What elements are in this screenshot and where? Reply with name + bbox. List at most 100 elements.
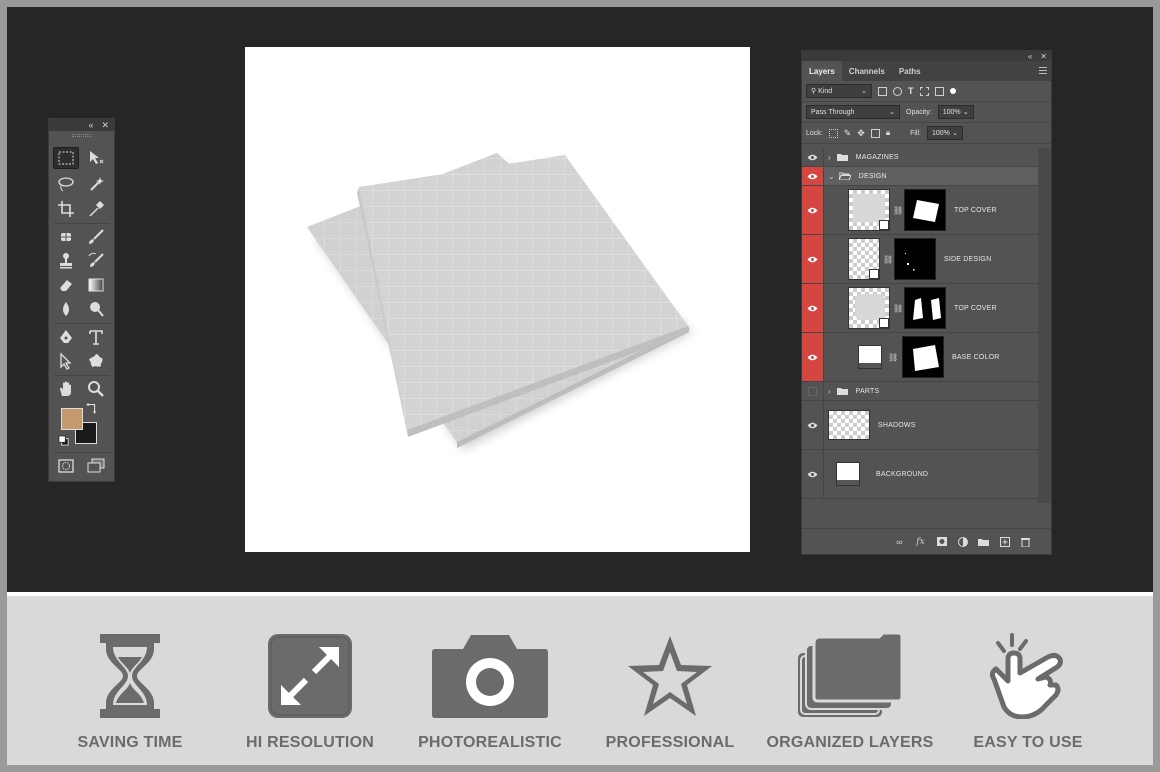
zoom-tool-icon[interactable]: [83, 378, 109, 400]
blend-mode-value: Pass Through: [811, 108, 855, 116]
eye-icon[interactable]: [802, 148, 824, 166]
adjustment-layer-icon[interactable]: [957, 536, 968, 547]
link-icon[interactable]: ⛓: [893, 206, 903, 215]
new-group-icon[interactable]: [978, 536, 989, 547]
layer-row[interactable]: ⛓ TOP COVER: [802, 186, 1039, 235]
layer-row[interactable]: › MAGAZINES: [802, 148, 1039, 167]
eraser-tool-icon[interactable]: [53, 274, 79, 296]
custom-shape-icon[interactable]: [83, 350, 109, 372]
chevron-down-icon[interactable]: ⌄: [828, 172, 835, 181]
eye-icon[interactable]: [802, 401, 824, 449]
eye-hidden-icon[interactable]: [802, 382, 824, 400]
chevron-down-icon: ⌄: [861, 88, 867, 95]
hand-tool-icon[interactable]: [53, 378, 79, 400]
healing-brush-icon[interactable]: [53, 226, 79, 248]
layer-row[interactable]: › PARTS: [802, 382, 1039, 401]
history-brush-icon[interactable]: [83, 250, 109, 272]
swap-colors-icon[interactable]: [85, 401, 99, 415]
gradient-tool-icon[interactable]: [83, 274, 109, 296]
layers-panel: « ✕ Layers Channels Paths ⚲ Kind ⌄ T Pas…: [801, 50, 1052, 555]
dodge-tool-icon[interactable]: [83, 298, 109, 320]
add-mask-icon[interactable]: [936, 536, 947, 547]
link-icon[interactable]: ⛓: [888, 353, 898, 362]
layer-row[interactable]: ⛓ BASE COLOR: [802, 333, 1039, 382]
lasso-tool-icon[interactable]: [53, 173, 79, 195]
crop-tool-icon[interactable]: [53, 198, 79, 220]
foreground-color-swatch[interactable]: [61, 408, 83, 430]
lock-pixels-icon[interactable]: ✎: [844, 128, 852, 139]
layer-row[interactable]: BACKGROUND: [802, 450, 1039, 499]
path-selection-icon[interactable]: [53, 350, 79, 372]
type-filter-icon[interactable]: T: [908, 86, 914, 96]
panel-menu-icon[interactable]: [1039, 67, 1047, 74]
pen-tool-icon[interactable]: [53, 326, 79, 348]
lock-transparent-icon[interactable]: [828, 128, 838, 138]
close-icon[interactable]: ✕: [1040, 52, 1047, 61]
move-tool-icon[interactable]: [83, 147, 109, 169]
layer-row[interactable]: ⌄ DESIGN: [802, 167, 1039, 186]
tab-layers[interactable]: Layers: [802, 61, 842, 81]
panel-grip[interactable]: [49, 131, 114, 139]
filter-kind-select[interactable]: ⚲ Kind ⌄: [806, 84, 872, 98]
close-icon[interactable]: ✕: [101, 120, 109, 131]
lock-all-icon[interactable]: 🔒︎: [886, 128, 890, 138]
magic-wand-icon[interactable]: [83, 173, 109, 195]
marquee-tool-icon[interactable]: [53, 147, 79, 169]
tab-paths[interactable]: Paths: [892, 61, 928, 81]
fill-input[interactable]: 100% ⌄: [926, 126, 963, 140]
tab-channels[interactable]: Channels: [842, 61, 892, 81]
layer-name: TOP COVER: [954, 304, 997, 312]
blur-tool-icon[interactable]: [53, 298, 79, 320]
brush-tool-icon[interactable]: [83, 226, 109, 248]
layers-scrollbar[interactable]: [1038, 148, 1051, 503]
type-tool-icon[interactable]: [83, 326, 109, 348]
eyedropper-icon[interactable]: [83, 198, 109, 220]
eye-icon[interactable]: [802, 284, 824, 332]
double-chevron-icon[interactable]: «: [88, 120, 93, 130]
layer-mask-thumbnail: [904, 189, 946, 231]
eye-icon[interactable]: [802, 333, 824, 381]
fill-label: Fill:: [910, 129, 921, 137]
chevron-down-icon: ⌄: [952, 130, 958, 137]
chevron-right-icon[interactable]: ›: [828, 153, 831, 162]
link-layers-icon[interactable]: ∞: [894, 536, 905, 547]
document-canvas[interactable]: [245, 47, 750, 552]
lock-row: Lock: ✎ ✥ 🔒︎ Fill: 100% ⌄: [802, 123, 1051, 144]
smart-object-icon: [879, 318, 889, 328]
default-colors-icon[interactable]: [57, 434, 69, 446]
link-icon[interactable]: ⛓: [883, 255, 893, 264]
new-layer-icon[interactable]: [999, 536, 1010, 547]
eye-icon[interactable]: [802, 167, 824, 185]
layer-row[interactable]: ⛓ TOP COVER: [802, 284, 1039, 333]
folder-open-icon: [837, 167, 852, 185]
filter-kind-value: Kind: [818, 88, 833, 95]
eye-icon[interactable]: [802, 186, 824, 234]
lock-label: Lock:: [806, 129, 823, 137]
quick-mask-icon[interactable]: [53, 455, 79, 477]
opacity-input[interactable]: 100% ⌄: [937, 105, 974, 119]
double-chevron-icon[interactable]: «: [1028, 52, 1032, 61]
shape-filter-icon[interactable]: [919, 86, 929, 96]
tools-panel: « ✕: [48, 118, 115, 482]
lock-artboard-icon[interactable]: [870, 128, 880, 138]
feature-label: EASY TO USE: [973, 734, 1083, 751]
chevron-right-icon[interactable]: ›: [828, 387, 831, 396]
screen-mode-icon[interactable]: [83, 455, 109, 477]
layer-row[interactable]: SHADOWS: [802, 401, 1039, 450]
smart-object-filter-icon[interactable]: [934, 86, 944, 96]
filter-toggle-icon[interactable]: [949, 88, 956, 94]
clone-stamp-icon[interactable]: [53, 250, 79, 272]
pointing-hand-icon: [988, 632, 1068, 720]
layer-row[interactable]: ⛓ SIDE DESIGN: [802, 235, 1039, 284]
fx-icon[interactable]: fx: [915, 536, 926, 547]
pixel-filter-icon[interactable]: [878, 86, 887, 96]
link-icon[interactable]: ⛓: [893, 304, 903, 313]
adjustment-filter-icon[interactable]: [893, 86, 902, 96]
eye-icon[interactable]: [802, 450, 824, 498]
blend-mode-select[interactable]: Pass Through ⌄: [806, 105, 900, 119]
lock-position-icon[interactable]: ✥: [857, 128, 865, 139]
eye-icon[interactable]: [802, 235, 824, 283]
smart-object-icon: [879, 220, 889, 230]
trash-icon[interactable]: [1020, 536, 1031, 547]
stacked-layers-icon: [797, 632, 903, 720]
